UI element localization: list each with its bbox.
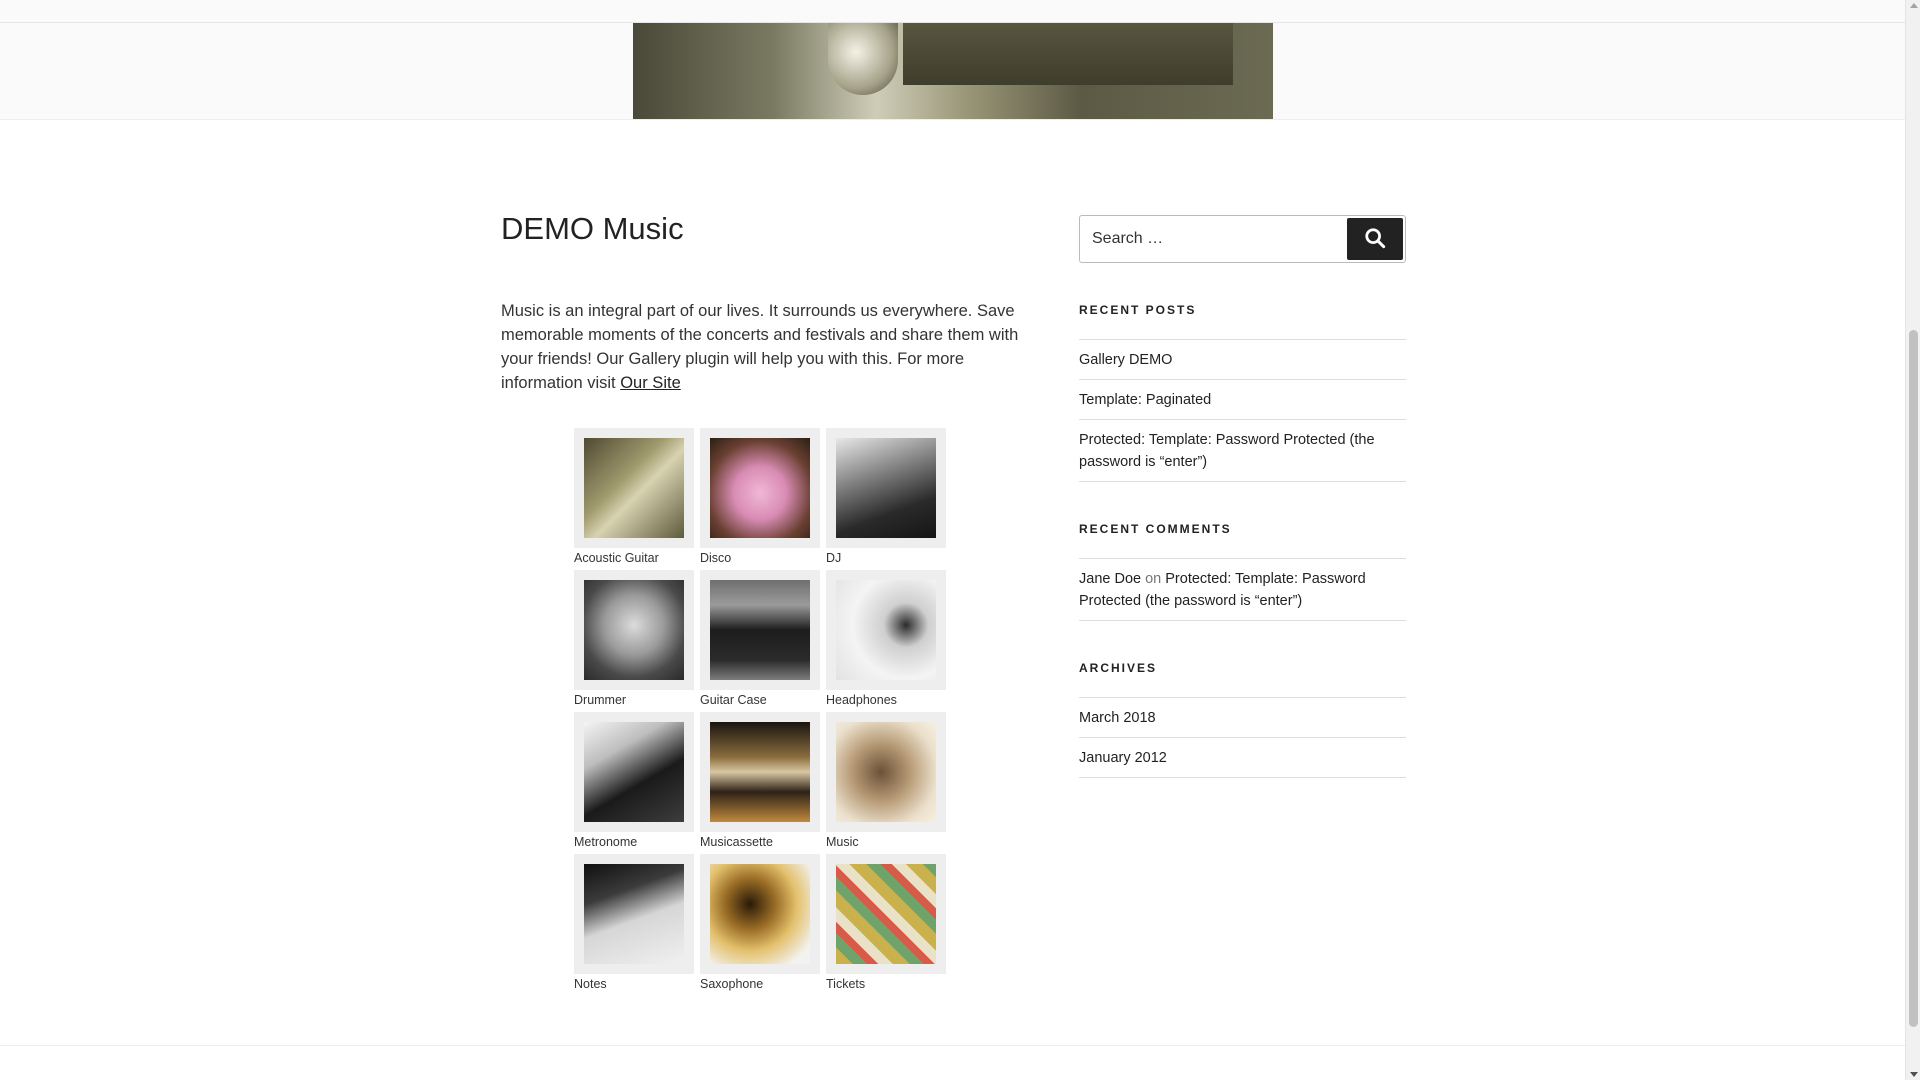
- search-input[interactable]: [1080, 216, 1342, 262]
- gallery-caption: Musicassette: [700, 835, 773, 849]
- gallery-item[interactable]: Saxophone: [700, 854, 820, 992]
- guitar-case-thumbnail[interactable]: [710, 580, 810, 680]
- scrollbar-thumb[interactable]: [1909, 330, 1918, 1027]
- recent-post-link[interactable]: Protected: Template: Password Protected …: [1079, 432, 1375, 470]
- gallery-item[interactable]: DJ: [826, 428, 946, 566]
- list-item: Protected: Template: Password Protected …: [1079, 420, 1406, 482]
- recent-post-link[interactable]: Gallery DEMO: [1079, 352, 1172, 368]
- gallery-caption: Saxophone: [700, 977, 764, 991]
- archives-list: March 2018 January 2012: [1079, 697, 1406, 778]
- header-image: [633, 23, 1273, 119]
- intro-text: Music is an integral part of our lives. …: [501, 302, 1019, 392]
- gallery-item[interactable]: Musicassette: [700, 712, 820, 850]
- list-item: Jane Doe on Protected: Template: Passwor…: [1079, 559, 1406, 621]
- gallery-caption: Notes: [574, 977, 607, 991]
- saxophone-thumbnail[interactable]: [710, 864, 810, 964]
- gallery-frame: [826, 570, 946, 690]
- comment-author-link[interactable]: Jane Doe: [1079, 571, 1141, 587]
- header-image-knob: [828, 23, 898, 95]
- gallery-item[interactable]: Music: [826, 712, 946, 850]
- gallery-caption: Music: [826, 835, 859, 849]
- recent-comments-title: RECENT COMMENTS: [1079, 522, 1232, 536]
- disco-thumbnail[interactable]: [710, 438, 810, 538]
- gallery-item[interactable]: Drummer: [574, 570, 694, 708]
- header-image-shape: [903, 23, 1233, 85]
- list-item: Gallery DEMO: [1079, 340, 1406, 380]
- gallery-caption: Acoustic Guitar: [574, 551, 659, 565]
- headphones-thumbnail[interactable]: [836, 580, 936, 680]
- search-icon: [1364, 227, 1386, 252]
- drummer-thumbnail[interactable]: [584, 580, 684, 680]
- gallery-caption: Drummer: [574, 693, 627, 707]
- gallery-item[interactable]: Metronome: [574, 712, 694, 850]
- recent-posts-widget: RECENT POSTS Gallery DEMO Template: Pagi…: [1079, 303, 1406, 482]
- gallery-item[interactable]: Headphones: [826, 570, 946, 708]
- scroll-down-arrow-icon[interactable]: [1910, 1072, 1918, 1077]
- archive-link[interactable]: January 2012: [1079, 750, 1167, 766]
- gallery-caption: Tickets: [826, 977, 866, 991]
- main-content: DEMO Music Music is an integral part of …: [501, 205, 1021, 412]
- gallery-frame: [574, 570, 694, 690]
- recent-post-link[interactable]: Template: Paginated: [1079, 392, 1211, 408]
- search-form: [1079, 215, 1406, 263]
- comment-on-text: on: [1141, 571, 1166, 587]
- gallery: Acoustic Guitar Disco DJ Drummer Guitar …: [574, 428, 954, 996]
- tickets-thumbnail[interactable]: [836, 864, 936, 964]
- gallery-caption: Disco: [700, 551, 732, 565]
- gallery-caption: Guitar Case: [700, 693, 767, 707]
- gallery-row: Notes Saxophone Tickets: [574, 854, 954, 992]
- dj-thumbnail[interactable]: [836, 438, 936, 538]
- gallery-frame: [574, 428, 694, 548]
- list-item: March 2018: [1079, 698, 1406, 738]
- search-button[interactable]: [1347, 218, 1403, 260]
- recent-posts-list: Gallery DEMO Template: Paginated Protect…: [1079, 339, 1406, 482]
- list-item: Template: Paginated: [1079, 380, 1406, 420]
- gallery-frame: [700, 570, 820, 690]
- gallery-caption: DJ: [826, 551, 842, 565]
- gallery-frame: [574, 854, 694, 974]
- page-title: DEMO Music: [501, 211, 684, 246]
- metronome-thumbnail[interactable]: [584, 722, 684, 822]
- recent-comments-list: Jane Doe on Protected: Template: Passwor…: [1079, 558, 1406, 621]
- gallery-item[interactable]: Disco: [700, 428, 820, 566]
- sidebar: RECENT POSTS Gallery DEMO Template: Pagi…: [1079, 215, 1406, 778]
- gallery-item[interactable]: Acoustic Guitar: [574, 428, 694, 566]
- gallery-frame: [700, 712, 820, 832]
- gallery-frame: [700, 854, 820, 974]
- gallery-frame: [826, 428, 946, 548]
- footer-divider: [0, 1045, 1905, 1046]
- gallery-caption: Headphones: [826, 693, 897, 707]
- our-site-link[interactable]: Our Site: [620, 374, 681, 392]
- gallery-frame: [826, 854, 946, 974]
- list-item: January 2012: [1079, 738, 1406, 778]
- gallery-item[interactable]: Guitar Case: [700, 570, 820, 708]
- scroll-up-arrow-icon[interactable]: [1910, 3, 1918, 8]
- acoustic-guitar-thumbnail[interactable]: [584, 438, 684, 538]
- gallery-item[interactable]: Tickets: [826, 854, 946, 992]
- intro-paragraph: Music is an integral part of our lives. …: [501, 299, 1021, 395]
- gallery-row: Drummer Guitar Case Headphones: [574, 570, 954, 708]
- gallery-caption: Metronome: [574, 835, 638, 849]
- musicassette-thumbnail[interactable]: [710, 722, 810, 822]
- top-bar: [0, 0, 1905, 23]
- gallery-frame: [574, 712, 694, 832]
- recent-posts-title: RECENT POSTS: [1079, 303, 1197, 317]
- music-thumbnail[interactable]: [836, 722, 936, 822]
- gallery-frame: [700, 428, 820, 548]
- archives-widget: ARCHIVES March 2018 January 2012: [1079, 661, 1406, 778]
- recent-comments-widget: RECENT COMMENTS Jane Doe on Protected: T…: [1079, 522, 1406, 621]
- notes-thumbnail[interactable]: [584, 864, 684, 964]
- gallery-frame: [826, 712, 946, 832]
- gallery-item[interactable]: Notes: [574, 854, 694, 992]
- archive-link[interactable]: March 2018: [1079, 710, 1156, 726]
- archives-title: ARCHIVES: [1079, 661, 1158, 675]
- gallery-row: Acoustic Guitar Disco DJ: [574, 428, 954, 566]
- vertical-scrollbar[interactable]: [1905, 0, 1920, 1080]
- gallery-row: Metronome Musicassette Music: [574, 712, 954, 850]
